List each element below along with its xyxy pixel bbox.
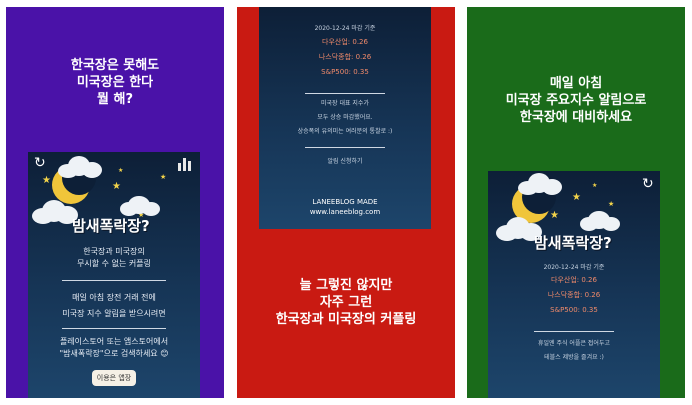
app-title: 밤새폭락장? bbox=[72, 217, 150, 235]
caption-line: 자주 그런 bbox=[319, 295, 373, 310]
text-line: 한국장과 미국장의 bbox=[83, 247, 145, 256]
refresh-icon[interactable]: ↻ bbox=[642, 177, 656, 191]
app-body: 매일 아침 장전 거래 전에 미국장 지수 알림을 받으시려면 bbox=[28, 292, 200, 320]
app-screenshot: ↻ ★ ★ ★ ★ 밤새폭락장? 2020-12-24 마감 기준 다우산업: … bbox=[488, 171, 660, 398]
caption-line: 미국장 주요지수 알림으로 bbox=[505, 93, 647, 108]
date-label: 2020-12-24 마감 기준 bbox=[488, 263, 660, 272]
date-label: 2020-12-24 마감 기준 bbox=[259, 24, 431, 33]
divider bbox=[305, 93, 385, 94]
app-screenshot: ↻ ★ ★ ★ ★ ★ 밤새폭락장? 한국장과 미국장의 무시할 수 없는 커플… bbox=[28, 152, 200, 398]
store-hint: 플레이스토어 또는 앱스토어에서 "밤새폭락장"으로 검색하세요 😊 bbox=[28, 336, 200, 360]
text-line: 휴일엔 주식 어플은 접어두고 bbox=[538, 340, 610, 347]
index-dow: 다우산업: 0.26 bbox=[322, 38, 368, 46]
text-line: 미국장 대표 지수가 bbox=[321, 100, 369, 107]
cloud-icon bbox=[58, 156, 102, 178]
divider bbox=[534, 331, 614, 332]
panel2-caption: 늘 그렇진 않지만 자주 그런 한국장과 미국장의 커플링 bbox=[237, 277, 455, 328]
star-icon: ★ bbox=[550, 210, 559, 221]
star-icon: ★ bbox=[160, 173, 167, 181]
text-line: 2020-12-24 마감 기준 bbox=[314, 25, 376, 32]
panel1-caption: 한국장은 못해도 미국장은 한다 뭘 해? bbox=[6, 57, 224, 108]
text-line: 상승폭의 유의미는 여러분의 통찰로 :) bbox=[297, 128, 393, 135]
subscribe-link[interactable]: 알림 신청하기 bbox=[259, 157, 431, 166]
promo-panel-1: 한국장은 못해도 미국장은 한다 뭘 해? ↻ ★ ★ ★ ★ ★ 밤새폭락장?… bbox=[6, 7, 224, 398]
text-line: 모두 상승 마감했어요. bbox=[317, 114, 373, 121]
star-icon: ★ bbox=[118, 167, 124, 174]
text-line: "밤새폭락장"으로 검색하세요 😊 bbox=[59, 349, 169, 358]
divider bbox=[305, 147, 385, 148]
summary-text: 휴일엔 주식 어플은 접어두고 테블스 제방을 즐겨요 :) bbox=[488, 339, 660, 362]
made-by: LANEEBLOG MADE www.laneeblog.com bbox=[259, 197, 431, 217]
index-list: 다우산업: 0.26 나스닥종합: 0.26 S&P500: 0.35 bbox=[259, 37, 431, 78]
app-screenshot: 2020-12-24 마감 기준 다우산업: 0.26 나스닥종합: 0.26 … bbox=[259, 7, 431, 229]
promo-panel-3: 매일 아침 미국장 주요지수 알림으로 한국장에 대비하세요 ↻ ★ ★ ★ ★… bbox=[467, 7, 685, 398]
text-line: 테블스 제방을 즐겨요 :) bbox=[544, 354, 604, 361]
star-icon: ★ bbox=[608, 200, 615, 208]
text-line: 2020-12-24 마감 기준 bbox=[543, 264, 605, 271]
building-icon bbox=[178, 157, 191, 171]
star-icon: ★ bbox=[572, 192, 581, 203]
divider bbox=[62, 280, 166, 281]
star-icon: ★ bbox=[42, 175, 51, 186]
refresh-icon[interactable]: ↻ bbox=[34, 156, 48, 170]
caption-line: 한국장은 못해도 bbox=[70, 58, 160, 73]
index-list: 다우산업: 0.26 나스닥종합: 0.26 S&P500: 0.35 bbox=[488, 275, 660, 316]
cloud-icon bbox=[518, 173, 562, 195]
caption-line: 늘 그렇진 않지만 bbox=[299, 278, 393, 293]
text-line: 매일 아침 장전 거래 전에 bbox=[72, 293, 156, 302]
text-line: 무시할 수 없는 커플링 bbox=[77, 259, 151, 268]
index-sp500: S&P500: 0.35 bbox=[550, 306, 598, 314]
app-subtitle: 한국장과 미국장의 무시할 수 없는 커플링 bbox=[28, 246, 200, 270]
promo-panel-2: 2020-12-24 마감 기준 다우산업: 0.26 나스닥종합: 0.26 … bbox=[237, 7, 455, 398]
index-nasdaq: 나스닥종합: 0.26 bbox=[318, 53, 372, 61]
text-line: 플레이스토어 또는 앱스토어에서 bbox=[59, 337, 169, 346]
caption-line: 매일 아침 bbox=[549, 76, 603, 91]
index-nasdaq: 나스닥종합: 0.26 bbox=[547, 291, 601, 299]
star-icon: ★ bbox=[112, 181, 121, 192]
summary-text: 미국장 대표 지수가 모두 상승 마감했어요. 상승폭의 유의미는 여러분의 통… bbox=[259, 99, 431, 136]
cloud-icon bbox=[580, 211, 620, 231]
star-icon: ★ bbox=[592, 182, 598, 189]
index-sp500: S&P500: 0.35 bbox=[321, 68, 369, 76]
divider bbox=[62, 328, 166, 329]
caption-line: 미국장은 한다 bbox=[76, 75, 154, 90]
text-line: 미국장 지수 알림을 받으시려면 bbox=[62, 309, 166, 318]
caption-line: 뭘 해? bbox=[97, 92, 133, 107]
text-line[interactable]: 알림 신청하기 bbox=[259, 157, 431, 166]
text-line: www.laneeblog.com bbox=[309, 208, 381, 216]
index-dow: 다우산업: 0.26 bbox=[551, 276, 597, 284]
start-button[interactable]: 이용은 앱장 bbox=[92, 370, 136, 386]
text-line: LANEEBLOG MADE bbox=[312, 198, 378, 206]
app-title: 밤새폭락장? bbox=[534, 234, 612, 252]
caption-line: 한국장과 미국장의 커플링 bbox=[275, 312, 417, 327]
caption-line: 한국장에 대비하세요 bbox=[519, 110, 633, 125]
panel3-caption: 매일 아침 미국장 주요지수 알림으로 한국장에 대비하세요 bbox=[467, 75, 685, 126]
cloud-icon bbox=[120, 196, 160, 216]
